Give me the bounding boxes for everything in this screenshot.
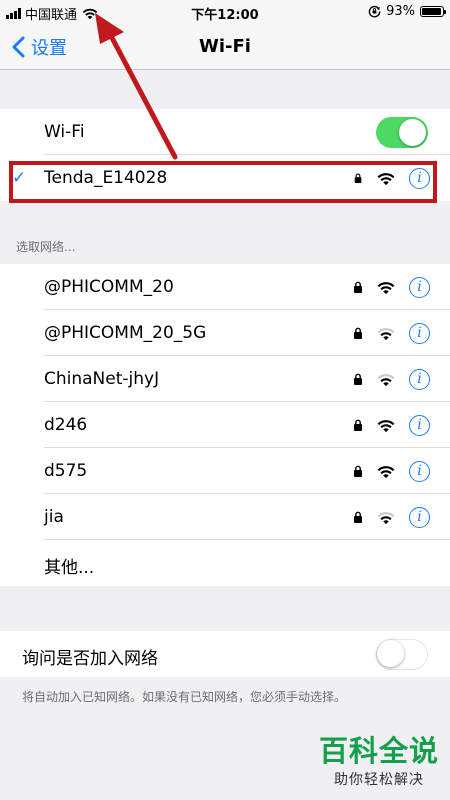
wifi-toggle-row: Wi-Fi [0, 109, 450, 155]
status-bar: 中国联通 下午12:00 93% [0, 0, 450, 24]
lock-icon [354, 373, 362, 385]
navigation-bar: 设置 Wi-Fi [0, 24, 450, 70]
network-name: d575 [44, 461, 88, 481]
choose-network-header: 选取网络... [16, 240, 76, 254]
wifi-toggle[interactable] [376, 117, 428, 148]
other-label: 其他... [44, 558, 95, 578]
ask-to-join-toggle[interactable] [376, 639, 428, 670]
carrier-name: 中国联通 [25, 8, 78, 23]
cellular-signal-icon [6, 8, 21, 19]
wifi-signal-icon [377, 511, 395, 524]
lock-icon [354, 281, 362, 293]
network-name: d246 [44, 415, 88, 435]
info-icon[interactable]: i [409, 414, 430, 436]
lock-icon [354, 465, 362, 477]
network-row[interactable]: @PHICOMM_20_5G i [0, 310, 450, 356]
wifi-signal-icon [377, 465, 395, 478]
annotation-highlight-box [9, 161, 437, 203]
wifi-status-icon [82, 8, 98, 20]
toggle-knob [399, 119, 426, 146]
info-icon[interactable]: i [409, 460, 430, 482]
ask-to-join-footer: 将自动加入已知网络。如果没有已知网络，您必须手动选择。 [22, 690, 347, 704]
other-network-row[interactable]: 其他... [0, 540, 450, 586]
network-row[interactable]: @PHICOMM_20 i [0, 264, 450, 310]
network-row[interactable]: d575 i [0, 448, 450, 494]
wifi-signal-icon [377, 419, 395, 432]
ask-to-join-label: 询问是否加入网络 [22, 649, 158, 669]
back-label: 设置 [31, 38, 67, 59]
back-button[interactable]: 设置 [12, 34, 67, 60]
info-icon[interactable]: i [409, 368, 430, 390]
watermark-subtitle: 助你轻松解决 [334, 772, 424, 788]
lock-icon [354, 327, 362, 339]
orientation-lock-icon [368, 5, 381, 18]
ask-to-join-row: 询问是否加入网络 [0, 631, 450, 677]
info-icon[interactable]: i [409, 276, 430, 298]
info-icon[interactable]: i [409, 322, 430, 344]
wifi-signal-icon [377, 281, 395, 294]
watermark-title: 百科全说 [318, 734, 439, 768]
network-row[interactable]: jia i [0, 494, 450, 540]
lock-icon [354, 419, 362, 431]
network-name: @PHICOMM_20 [44, 277, 174, 297]
wifi-signal-icon [377, 327, 395, 340]
page-title: Wi-Fi [199, 36, 251, 57]
wifi-label: Wi-Fi [44, 122, 85, 142]
network-row[interactable]: ChinaNet-jhyJ i [0, 356, 450, 402]
network-row[interactable]: d246 i [0, 402, 450, 448]
toggle-knob [377, 640, 404, 667]
chevron-left-icon [12, 36, 25, 58]
network-name: @PHICOMM_20_5G [44, 323, 207, 343]
network-name: ChinaNet-jhyJ [44, 369, 160, 389]
wifi-signal-icon [377, 373, 395, 386]
network-name: jia [44, 507, 64, 527]
lock-icon [354, 511, 362, 523]
ask-to-join-group: 询问是否加入网络 [0, 631, 450, 677]
networks-group: @PHICOMM_20 i @PHICOMM_20_5G i ChinaNet-jhyJ… [0, 264, 450, 586]
battery-icon [420, 6, 446, 17]
battery-percentage: 93% [386, 4, 415, 19]
watermark: 百科全说 助你轻松解决 [318, 735, 440, 789]
info-icon[interactable]: i [409, 506, 430, 528]
